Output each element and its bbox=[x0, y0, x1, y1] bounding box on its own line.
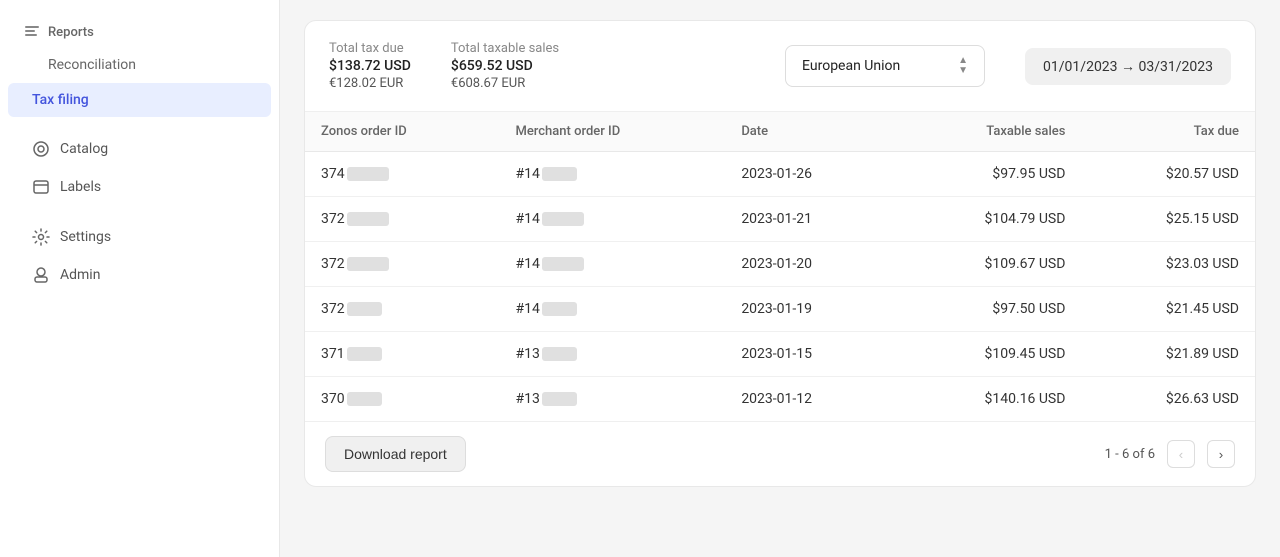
cell-taxable-sales: $97.50 USD bbox=[895, 287, 1082, 332]
sidebar-item-labels[interactable]: Labels bbox=[8, 169, 271, 205]
cell-zonos-id: 372■■■■■■ bbox=[305, 242, 499, 287]
table-row: 372■■■■■#14■■■■■2023-01-19$97.50 USD$21.… bbox=[305, 287, 1255, 332]
cell-merchant-id: #13■■■■■ bbox=[499, 377, 725, 422]
cell-zonos-id: 372■■■■■ bbox=[305, 287, 499, 332]
labels-icon bbox=[32, 178, 50, 196]
sidebar-item-reconciliation[interactable]: Reconciliation bbox=[8, 49, 271, 81]
total-sales-eur: €608.67 EUR bbox=[451, 76, 559, 91]
pagination-info: 1 - 6 of 6 bbox=[1105, 447, 1155, 462]
reports-section: Reports bbox=[0, 16, 279, 48]
cell-zonos-id: 374■■■■■■ bbox=[305, 152, 499, 197]
cell-taxable-sales: $140.16 USD bbox=[895, 377, 1082, 422]
date-range: 01/01/2023 → 03/31/2023 bbox=[1025, 48, 1231, 85]
cell-taxable-sales: $97.95 USD bbox=[895, 152, 1082, 197]
cell-date: 2023-01-20 bbox=[725, 242, 895, 287]
cell-merchant-id: #14■■■■■■ bbox=[499, 197, 725, 242]
chevrons-icon: ▲▼ bbox=[958, 56, 968, 76]
orders-table: Zonos order ID Merchant order ID Date Ta… bbox=[305, 112, 1255, 421]
catalog-icon bbox=[32, 140, 50, 158]
cell-date: 2023-01-26 bbox=[725, 152, 895, 197]
col-header-merchant-id: Merchant order ID bbox=[499, 112, 725, 152]
content-card: Total tax due $138.72 USD €128.02 EUR To… bbox=[304, 20, 1256, 487]
settings-label: Settings bbox=[60, 229, 111, 245]
cell-merchant-id: #14■■■■■■ bbox=[499, 242, 725, 287]
total-tax-eur: €128.02 EUR bbox=[329, 76, 411, 91]
table-wrapper: Zonos order ID Merchant order ID Date Ta… bbox=[305, 112, 1255, 421]
table-row: 372■■■■■■#14■■■■■■2023-01-21$104.79 USD$… bbox=[305, 197, 1255, 242]
reconciliation-label: Reconciliation bbox=[48, 57, 136, 73]
cell-zonos-id: 371■■■■■ bbox=[305, 332, 499, 377]
total-tax-usd: $138.72 USD bbox=[329, 58, 411, 74]
total-sales-usd: $659.52 USD bbox=[451, 58, 559, 74]
sidebar-item-settings[interactable]: Settings bbox=[8, 219, 271, 255]
total-sales-label: Total taxable sales bbox=[451, 41, 559, 56]
col-header-zonos-id: Zonos order ID bbox=[305, 112, 499, 152]
cell-tax-due: $26.63 USD bbox=[1081, 377, 1255, 422]
col-header-tax-due: Tax due bbox=[1081, 112, 1255, 152]
sidebar-item-admin[interactable]: Admin bbox=[8, 257, 271, 293]
sidebar-item-tax-filing[interactable]: Tax filing bbox=[8, 83, 271, 117]
table-row: 372■■■■■■#14■■■■■■2023-01-20$109.67 USD$… bbox=[305, 242, 1255, 287]
cell-tax-due: $21.89 USD bbox=[1081, 332, 1255, 377]
total-sales-item: Total taxable sales $659.52 USD €608.67 … bbox=[451, 41, 559, 91]
region-label: European Union bbox=[802, 58, 900, 74]
table-footer: Download report 1 - 6 of 6 ‹ › bbox=[305, 421, 1255, 486]
table-row: 371■■■■■#13■■■■■2023-01-15$109.45 USD$21… bbox=[305, 332, 1255, 377]
pagination-next-button[interactable]: › bbox=[1207, 440, 1235, 468]
total-tax-item: Total tax due $138.72 USD €128.02 EUR bbox=[329, 41, 411, 91]
catalog-label: Catalog bbox=[60, 141, 108, 157]
pagination-prev-button[interactable]: ‹ bbox=[1167, 440, 1195, 468]
settings-icon bbox=[32, 228, 50, 246]
cell-tax-due: $21.45 USD bbox=[1081, 287, 1255, 332]
cell-taxable-sales: $104.79 USD bbox=[895, 197, 1082, 242]
col-header-taxable-sales: Taxable sales bbox=[895, 112, 1082, 152]
cell-date: 2023-01-21 bbox=[725, 197, 895, 242]
summary-row: Total tax due $138.72 USD €128.02 EUR To… bbox=[305, 21, 1255, 112]
main-content: Total tax due $138.72 USD €128.02 EUR To… bbox=[280, 0, 1280, 557]
reports-icon bbox=[24, 24, 40, 40]
labels-label: Labels bbox=[60, 179, 101, 195]
cell-merchant-id: #14■■■■■ bbox=[499, 152, 725, 197]
cell-date: 2023-01-12 bbox=[725, 377, 895, 422]
admin-icon bbox=[32, 266, 50, 284]
total-tax-label: Total tax due bbox=[329, 41, 411, 56]
cell-tax-due: $23.03 USD bbox=[1081, 242, 1255, 287]
cell-zonos-id: 370■■■■■ bbox=[305, 377, 499, 422]
cell-merchant-id: #14■■■■■ bbox=[499, 287, 725, 332]
cell-date: 2023-01-19 bbox=[725, 287, 895, 332]
cell-tax-due: $20.57 USD bbox=[1081, 152, 1255, 197]
table-header-row: Zonos order ID Merchant order ID Date Ta… bbox=[305, 112, 1255, 152]
cell-taxable-sales: $109.45 USD bbox=[895, 332, 1082, 377]
cell-date: 2023-01-15 bbox=[725, 332, 895, 377]
pagination: 1 - 6 of 6 ‹ › bbox=[1105, 440, 1235, 468]
cell-taxable-sales: $109.67 USD bbox=[895, 242, 1082, 287]
region-selector[interactable]: European Union ▲▼ bbox=[785, 45, 985, 87]
cell-zonos-id: 372■■■■■■ bbox=[305, 197, 499, 242]
sidebar-item-catalog[interactable]: Catalog bbox=[8, 131, 271, 167]
tax-filing-label: Tax filing bbox=[32, 92, 89, 108]
table-row: 374■■■■■■#14■■■■■2023-01-26$97.95 USD$20… bbox=[305, 152, 1255, 197]
cell-merchant-id: #13■■■■■ bbox=[499, 332, 725, 377]
cell-tax-due: $25.15 USD bbox=[1081, 197, 1255, 242]
table-row: 370■■■■■#13■■■■■2023-01-12$140.16 USD$26… bbox=[305, 377, 1255, 422]
reports-label: Reports bbox=[48, 25, 94, 40]
col-header-date: Date bbox=[725, 112, 895, 152]
download-report-button[interactable]: Download report bbox=[325, 436, 466, 472]
admin-label: Admin bbox=[60, 267, 100, 283]
sidebar: Reports Reconciliation Tax filing Catalo… bbox=[0, 0, 280, 557]
